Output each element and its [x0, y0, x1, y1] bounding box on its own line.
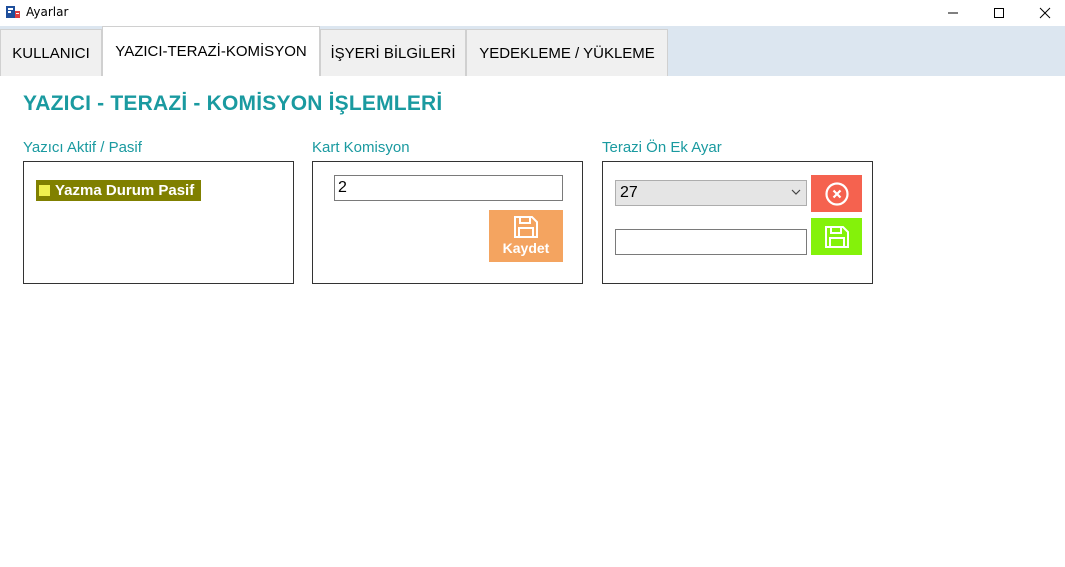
- scale-save-button[interactable]: [811, 218, 862, 255]
- printer-group: Yazma Durum Pasif: [23, 161, 294, 284]
- scale-group: 27: [602, 161, 873, 284]
- title-bar: Ayarlar: [0, 0, 1065, 26]
- commission-save-button[interactable]: Kaydet: [489, 210, 563, 262]
- minimize-button[interactable]: [930, 0, 976, 26]
- minimize-icon: [948, 12, 958, 14]
- tab-yedekleme-yukleme[interactable]: YEDEKLEME / YÜKLEME: [466, 29, 668, 76]
- tab-yazici-terazi-komisyon[interactable]: YAZICI-TERAZİ-KOMİSYON: [102, 26, 320, 76]
- floppy-disk-icon: [514, 216, 538, 238]
- tab-label: YEDEKLEME / YÜKLEME: [479, 44, 655, 62]
- maximize-button[interactable]: [976, 0, 1022, 26]
- commission-save-label: Kaydet: [502, 240, 550, 256]
- cancel-circle-icon: [824, 181, 849, 206]
- commission-group: Kaydet: [312, 161, 583, 284]
- chevron-down-icon: [791, 189, 801, 195]
- page-title: YAZICI - TERAZİ - KOMİSYON İŞLEMLERİ: [23, 92, 443, 115]
- window-title: Ayarlar: [26, 5, 69, 19]
- tab-label: KULLANICI: [12, 44, 90, 62]
- scale-prefix-input[interactable]: [615, 229, 807, 255]
- scale-group-label: Terazi Ön Ek Ayar: [602, 139, 722, 156]
- floppy-disk-icon: [824, 225, 849, 248]
- commission-input[interactable]: [334, 175, 563, 201]
- tab-label: YAZICI-TERAZİ-KOMİSYON: [115, 43, 307, 60]
- status-indicator-icon: [39, 185, 50, 196]
- printer-status-label: Yazma Durum Pasif: [55, 182, 195, 199]
- tab-strip: KULLANICI YAZICI-TERAZİ-KOMİSYON İŞYERİ …: [0, 26, 1065, 76]
- tab-kullanici[interactable]: KULLANICI: [0, 29, 102, 76]
- scale-delete-button[interactable]: [811, 175, 862, 212]
- scale-prefix-selected: 27: [620, 184, 638, 201]
- commission-group-label: Kart Komisyon: [312, 139, 410, 156]
- maximize-icon: [994, 8, 1004, 18]
- close-button[interactable]: [1022, 0, 1065, 26]
- tab-label: İŞYERİ BİLGİLERİ: [330, 44, 456, 62]
- close-icon: [1039, 7, 1051, 19]
- printer-group-label: Yazıcı Aktif / Pasif: [23, 139, 142, 156]
- app-icon: [6, 6, 20, 18]
- scale-prefix-select[interactable]: 27: [615, 180, 807, 206]
- tab-isyeri-bilgileri[interactable]: İŞYERİ BİLGİLERİ: [320, 29, 466, 76]
- printer-status-toggle[interactable]: Yazma Durum Pasif: [36, 180, 202, 201]
